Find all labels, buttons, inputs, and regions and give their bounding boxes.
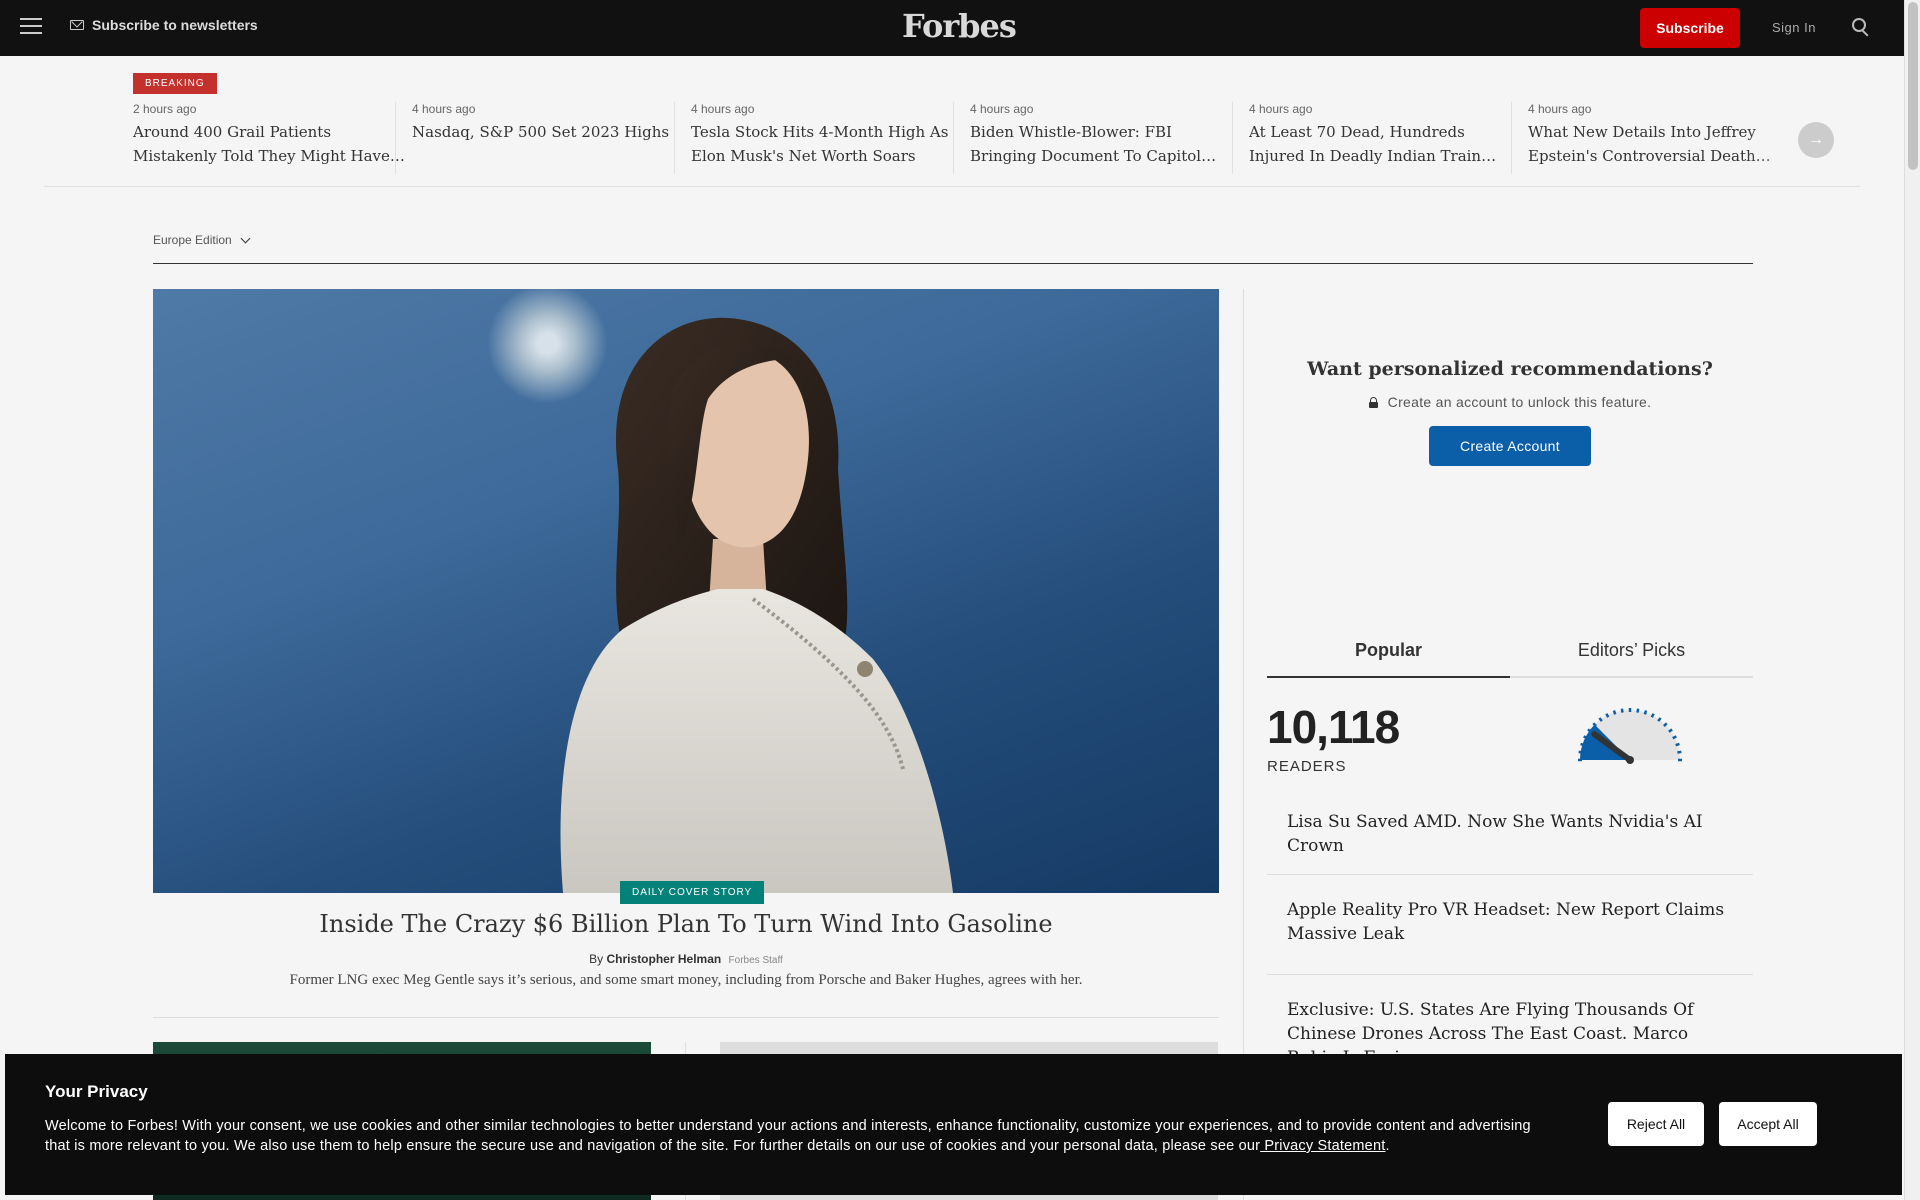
popular-title: Apple Reality Pro VR Headset: New Report… xyxy=(1287,900,1725,944)
mail-icon xyxy=(70,20,84,30)
ticker-time: 4 hours ago xyxy=(1249,102,1313,116)
reco-subtitle: Create an account to unlock this feature… xyxy=(1267,394,1753,410)
create-account-button[interactable]: Create Account xyxy=(1429,426,1591,466)
subscribe-button[interactable]: Subscribe xyxy=(1640,8,1740,48)
gauge-tick xyxy=(1583,735,1588,740)
ticker-title: Nasdaq, S&P 500 Set 2023 Highs xyxy=(412,123,670,141)
popular-title: Lisa Su Saved AMD. Now She Wants Nvidia'… xyxy=(1287,812,1703,856)
tab-editors-picks[interactable]: Editors’ Picks xyxy=(1510,640,1753,661)
hero-description: Former LNG exec Meg Gentle says it’s ser… xyxy=(289,972,1083,988)
cover-story-badge[interactable]: DAILY COVER STORY xyxy=(620,881,765,904)
forbes-logo[interactable]: Forbes xyxy=(902,7,1017,45)
scrollbar-thumb[interactable] xyxy=(1908,2,1918,170)
sign-in-link[interactable]: Sign In xyxy=(1772,20,1816,35)
popular-item[interactable]: Apple Reality Pro VR Headset: New Report… xyxy=(1267,898,1753,975)
gauge-tick xyxy=(1675,742,1680,747)
newsletter-link[interactable]: Subscribe to newsletters xyxy=(70,17,258,33)
ticker-time: 4 hours ago xyxy=(412,102,476,116)
gauge-tick xyxy=(1592,722,1597,727)
reco-subtitle-text: Create an account to unlock this feature… xyxy=(1387,394,1652,410)
readers-gauge xyxy=(1578,708,1682,764)
ticker-title: Biden Whistle-Blower: FBI Bringing Docum… xyxy=(970,123,1202,165)
ticker-time: 2 hours ago xyxy=(133,102,197,116)
readers-label: READERS xyxy=(1267,758,1347,775)
author-role: Forbes Staff xyxy=(728,955,783,966)
author-link[interactable]: Christopher Helman xyxy=(607,952,722,966)
accept-all-button[interactable]: Accept All xyxy=(1719,1102,1817,1146)
privacy-statement-link[interactable]: Privacy Statement xyxy=(1260,1138,1385,1154)
gauge-tick xyxy=(1643,710,1648,715)
byline-prefix: By xyxy=(589,952,604,966)
ticker-item[interactable]: 4 hours ago At Least 70 Dead, Hundreds I… xyxy=(1232,102,1510,174)
ticker-item[interactable]: 4 hours ago Nasdaq, S&P 500 Set 2023 Hig… xyxy=(395,102,673,174)
page-scrollbar[interactable] xyxy=(1904,0,1920,1200)
top-nav: Subscribe to newsletters Forbes Subscrib… xyxy=(0,0,1904,56)
menu-icon[interactable] xyxy=(20,18,42,36)
rail-tabs: Popular Editors’ Picks xyxy=(1267,640,1753,678)
reco-title: Want personalized recommendations? xyxy=(1307,358,1713,380)
gauge-tick xyxy=(1650,713,1655,718)
news-ticker: BREAKING 2 hours ago Around 400 Grail Pa… xyxy=(44,56,1864,187)
ticker-item[interactable]: 4 hours ago Biden Whistle-Blower: FBI Br… xyxy=(953,102,1231,174)
gauge-tick xyxy=(1578,750,1583,754)
arrow-right-icon[interactable]: → xyxy=(1798,122,1834,158)
ticker-title: Around 400 Grail Patients Mistakenly Tol… xyxy=(133,123,390,165)
hero-image[interactable] xyxy=(153,289,1219,893)
byline: By Christopher Helman Forbes Staff xyxy=(153,952,1219,966)
popular-item[interactable]: Lisa Su Saved AMD. Now She Wants Nvidia'… xyxy=(1267,810,1753,875)
gauge-tick xyxy=(1612,710,1617,715)
gauge-tick xyxy=(1663,722,1668,727)
divider xyxy=(153,263,1753,264)
newsletter-label: Subscribe to newsletters xyxy=(92,17,258,33)
hero-headline[interactable]: Inside The Crazy $6 Billion Plan To Turn… xyxy=(153,910,1219,938)
gauge-tick xyxy=(1677,750,1682,754)
gauge-tick xyxy=(1620,708,1624,713)
privacy-period: . xyxy=(1385,1138,1390,1154)
recommendations-panel: Want personalized recommendations? Creat… xyxy=(1267,358,1753,466)
privacy-banner: Your Privacy Welcome to Forbes! With you… xyxy=(5,1054,1902,1195)
ticker-time: 4 hours ago xyxy=(970,102,1034,116)
privacy-title: Your Privacy xyxy=(45,1082,148,1101)
search-icon[interactable] xyxy=(1852,18,1872,38)
ticker-item[interactable]: 4 hours ago Tesla Stock Hits 4-Month Hig… xyxy=(674,102,952,174)
reject-all-button[interactable]: Reject All xyxy=(1608,1102,1704,1146)
readers-count: 10,118 xyxy=(1267,701,1400,753)
ticker-time: 4 hours ago xyxy=(691,102,755,116)
privacy-text: Welcome to Forbes! With your consent, we… xyxy=(45,1116,1555,1156)
ticker-title: Tesla Stock Hits 4-Month High As Elon Mu… xyxy=(691,123,949,165)
ticker-item[interactable]: 2 hours ago Around 400 Grail Patients Mi… xyxy=(133,102,411,174)
ticker-title: At Least 70 Dead, Hundreds Injured In De… xyxy=(1249,123,1482,165)
chevron-down-icon xyxy=(240,233,251,243)
gauge-tick xyxy=(1636,708,1640,713)
gauge-tick xyxy=(1605,713,1610,718)
gauge-tick xyxy=(1580,742,1585,747)
tab-popular[interactable]: Popular xyxy=(1267,640,1510,678)
breaking-badge: BREAKING xyxy=(133,73,217,94)
edition-selector[interactable]: Europe Edition xyxy=(153,233,251,247)
gauge-tick xyxy=(1672,735,1677,740)
divider xyxy=(153,1017,1219,1018)
edition-label: Europe Edition xyxy=(153,233,232,247)
lock-icon xyxy=(1368,396,1378,408)
